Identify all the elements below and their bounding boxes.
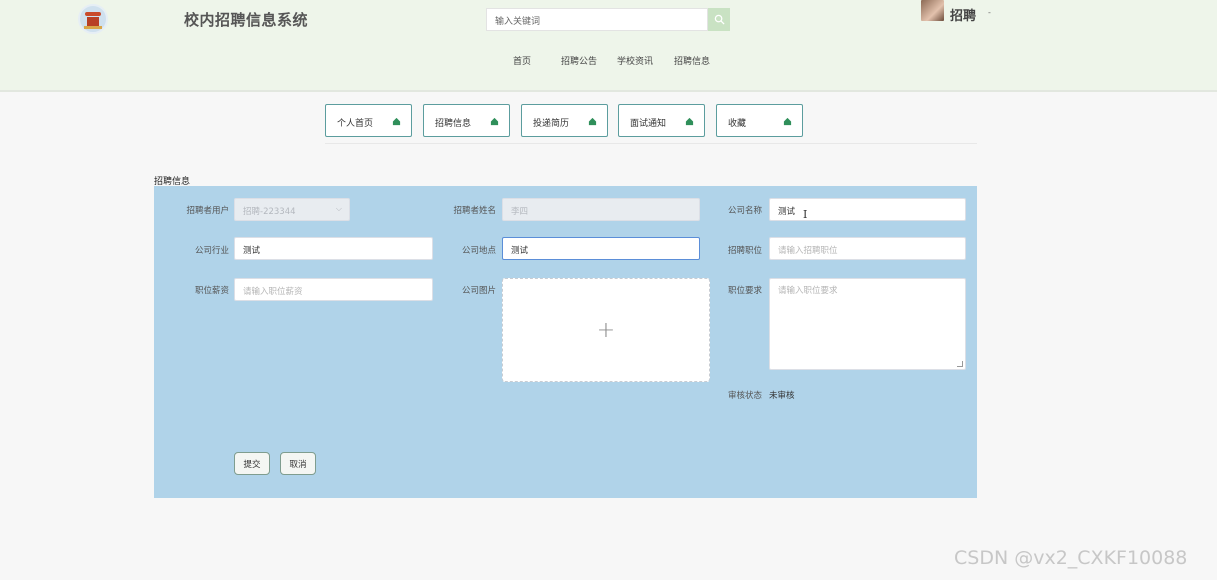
picture-label: 公司图片 xyxy=(461,286,496,296)
location-label: 公司地点 xyxy=(461,246,496,256)
tab-label: 个人首页 xyxy=(337,119,374,129)
top-header: 校内招聘信息系统 输入关键词 招聘 - 首页 招聘公告 学校资讯 招聘信息 xyxy=(0,0,1217,92)
plus-icon: + xyxy=(596,317,616,343)
tab-submit-resume[interactable]: 投递简历 xyxy=(521,104,608,137)
nav-item-school-news[interactable]: 学校资讯 xyxy=(617,54,653,67)
picture-upload[interactable]: + xyxy=(502,278,710,382)
recruiter-user-value: 招聘-223344 xyxy=(243,207,296,217)
tab-interview-notice[interactable]: 面试通知 xyxy=(618,104,705,137)
position-label: 招聘职位 xyxy=(727,246,762,256)
salary-field[interactable]: 请输入职位薪资 xyxy=(234,278,433,301)
search-button[interactable] xyxy=(708,8,730,31)
tab-label: 收藏 xyxy=(728,119,747,129)
tab-personal-home[interactable]: 个人首页 xyxy=(325,104,412,137)
resize-handle-icon[interactable] xyxy=(957,361,963,367)
nav-item-home[interactable]: 首页 xyxy=(513,54,531,67)
status-label: 审核状态 xyxy=(727,391,762,401)
tab-label: 投递简历 xyxy=(533,119,570,129)
site-logo[interactable] xyxy=(78,4,108,34)
tab-label: 招聘信息 xyxy=(435,119,472,129)
home-icon xyxy=(392,117,401,126)
company-name-label: 公司名称 xyxy=(727,206,762,216)
text-cursor-icon: I xyxy=(803,208,808,221)
position-field[interactable]: 请输入招聘职位 xyxy=(769,237,966,260)
recruiter-name-field[interactable]: 李四 xyxy=(502,198,700,221)
search-icon xyxy=(714,14,725,25)
user-name[interactable]: 招聘 xyxy=(950,5,976,24)
watermark: CSDN @vx2_CXKF10088 xyxy=(954,547,1188,569)
location-field[interactable]: 测试 xyxy=(502,237,700,260)
recruiter-user-label: 招聘者用户 xyxy=(186,206,229,216)
user-avatar[interactable] xyxy=(921,0,944,21)
cancel-button[interactable]: 取消 xyxy=(280,452,316,475)
status-value: 未审核 xyxy=(769,391,795,401)
salary-label: 职位薪资 xyxy=(194,286,229,296)
requirement-placeholder: 请输入职位要求 xyxy=(778,286,838,296)
company-name-field[interactable]: 测试 xyxy=(769,198,966,221)
tab-recruitment-info[interactable]: 招聘信息 xyxy=(423,104,510,137)
requirement-textarea[interactable]: 请输入职位要求 xyxy=(769,278,966,370)
home-icon xyxy=(783,117,792,126)
user-menu-caret-icon[interactable]: - xyxy=(988,8,991,17)
industry-field[interactable]: 测试 xyxy=(234,237,433,260)
requirement-label: 职位要求 xyxy=(727,286,762,296)
search-input[interactable]: 输入关键词 xyxy=(486,8,708,31)
home-icon xyxy=(588,117,597,126)
chevron-down-icon: ⌵ xyxy=(335,204,342,213)
nav-item-announcements[interactable]: 招聘公告 xyxy=(561,54,597,67)
home-icon xyxy=(685,117,694,126)
tab-favorites[interactable]: 收藏 xyxy=(716,104,803,137)
home-icon xyxy=(490,117,499,126)
nav-item-recruitment-info[interactable]: 招聘信息 xyxy=(674,54,710,67)
tab-divider xyxy=(325,143,977,144)
industry-label: 公司行业 xyxy=(194,246,229,256)
site-title: 校内招聘信息系统 xyxy=(184,11,309,29)
submit-button[interactable]: 提交 xyxy=(234,452,270,475)
recruiter-user-select[interactable]: 招聘-223344 ⌵ xyxy=(234,198,350,221)
tab-label: 面试通知 xyxy=(630,119,667,129)
recruiter-name-label: 招聘者姓名 xyxy=(453,206,496,216)
